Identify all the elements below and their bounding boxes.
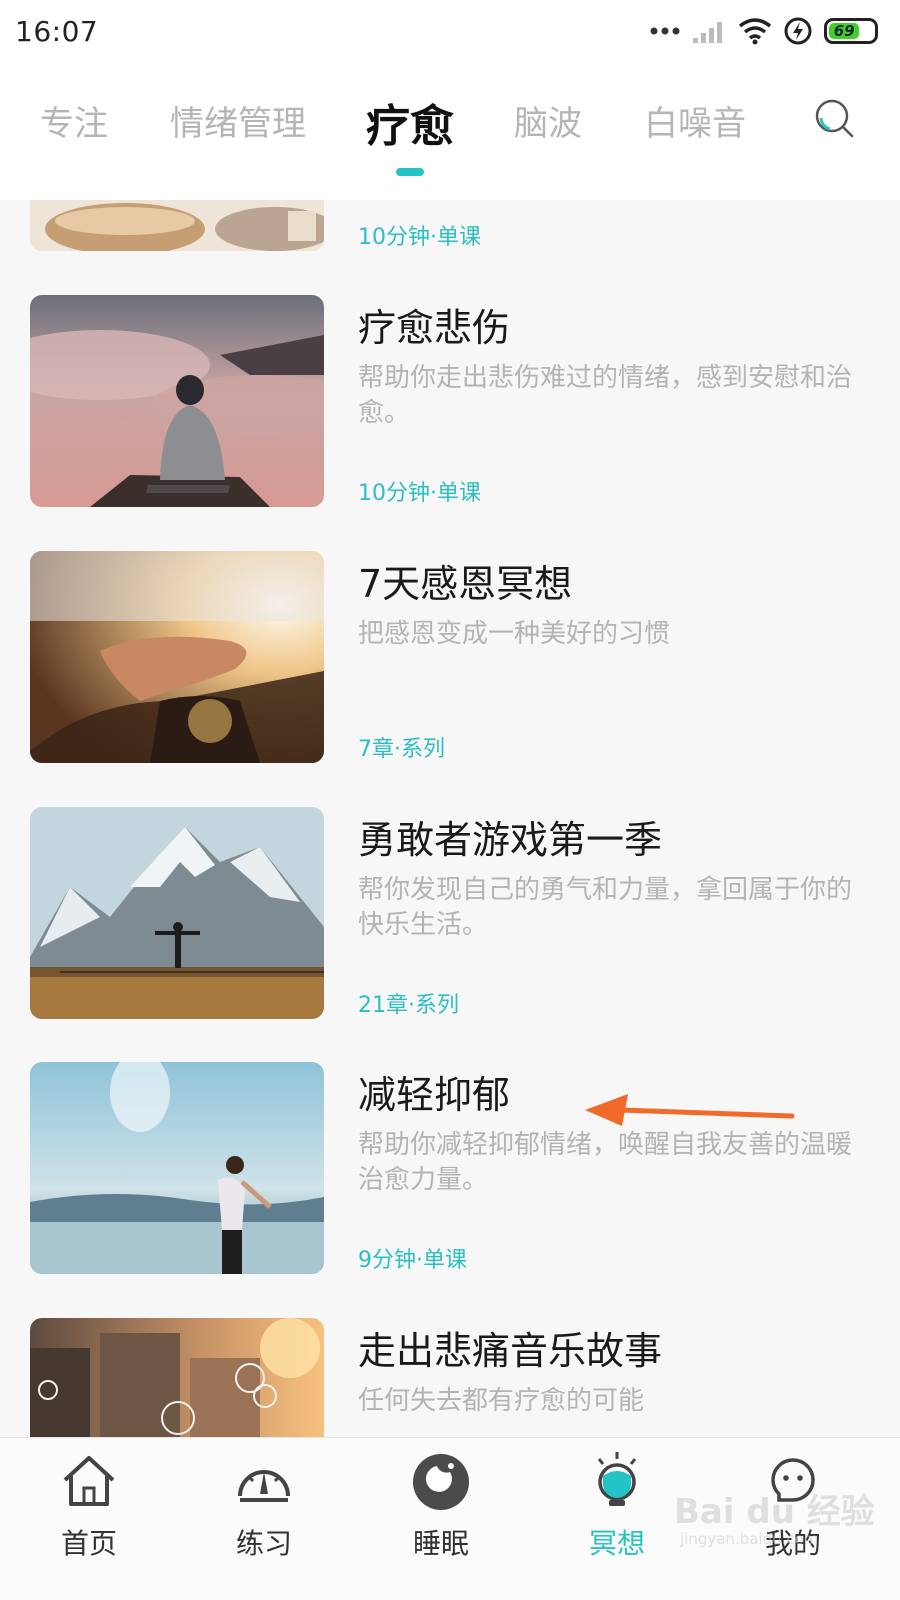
- course-description: 帮助你走出悲伤难过的情绪，感到安慰和治愈。: [358, 363, 853, 428]
- course-thumbnail: [30, 1062, 324, 1274]
- nav-label: 睡眠: [412, 1527, 469, 1560]
- nav-label: 首页: [60, 1527, 117, 1560]
- meditation-bulb-icon: [597, 1452, 637, 1506]
- course-description: 任何失去都有疗愈的可能: [358, 1386, 645, 1416]
- course-title: 疗愈悲伤: [358, 306, 511, 350]
- course-meta: 21章·系列: [358, 993, 459, 1018]
- course-thumbnail: [30, 295, 324, 507]
- course-meta: 10分钟·单课: [358, 481, 481, 506]
- search-icon: [815, 99, 854, 138]
- status-icons: 69: [650, 17, 878, 45]
- list-item[interactable]: 走出悲痛音乐故事 任何失去都有疗愈的可能: [0, 1318, 900, 1440]
- course-description: 帮助你减轻抑郁情绪，唤醒自我友善的温暖治愈力量。: [358, 1130, 853, 1195]
- course-title: 勇敢者游戏第一季: [358, 818, 663, 862]
- list-item[interactable]: 勇敢者游戏第一季 帮你发现自己的勇气和力量，拿回属于你的快乐生活。 21章·系列: [0, 807, 900, 1019]
- course-title: 7天感恩冥想: [358, 562, 573, 606]
- nav-home[interactable]: 首页: [29, 1438, 149, 1600]
- course-description: 把感恩变成一种美好的习惯: [358, 619, 671, 649]
- course-list: 10分钟·单课 疗愈悲伤 帮助你走出悲伤难过的情绪，感到安慰和治愈。 10分钟·…: [0, 200, 900, 1440]
- list-item[interactable]: 10分钟·单课: [0, 200, 900, 251]
- gauge-icon: [238, 1470, 290, 1502]
- list-item[interactable]: 疗愈悲伤 帮助你走出悲伤难过的情绪，感到安慰和治愈。 10分钟·单课: [0, 295, 900, 507]
- course-thumbnail: [30, 1318, 324, 1440]
- more-dots-icon: [650, 27, 680, 35]
- nav-meditation[interactable]: 冥想: [557, 1438, 677, 1600]
- watermark-logo: Bai du 经验: [674, 1492, 875, 1532]
- nav-practice[interactable]: 练习: [204, 1438, 324, 1600]
- signal-icon: [693, 22, 722, 43]
- battery-level: 69: [829, 22, 860, 40]
- course-thumbnail: [30, 200, 324, 251]
- list-item[interactable]: 7天感恩冥想 把感恩变成一种美好的习惯 7章·系列: [0, 551, 900, 763]
- nav-label: 练习: [235, 1527, 292, 1560]
- status-bar: 16:07 69: [0, 0, 900, 62]
- annotation-arrow-icon: [585, 1094, 795, 1126]
- status-time: 16:07: [15, 14, 99, 48]
- course-thumbnail: [30, 807, 324, 1019]
- course-meta: 7章·系列: [358, 737, 445, 762]
- search-button[interactable]: [812, 96, 856, 140]
- tab-white-noise[interactable]: 白噪音: [644, 96, 746, 145]
- course-title: 走出悲痛音乐故事: [358, 1329, 663, 1373]
- course-meta: 10分钟·单课: [358, 225, 481, 250]
- baidu-jingyan-watermark: Bai du 经验 jingyan.baidu.com: [674, 1484, 875, 1564]
- battery-indicator: 69: [824, 18, 878, 44]
- course-meta: 9分钟·单课: [358, 1248, 467, 1273]
- tab-healing[interactable]: 疗愈: [366, 90, 454, 154]
- moon-icon: [413, 1454, 469, 1510]
- nav-label: 冥想: [588, 1527, 645, 1560]
- wifi-icon: [738, 18, 772, 45]
- watermark-url: jingyan.baidu.com: [680, 1530, 819, 1548]
- category-tabs: 专注 情绪管理 疗愈 脑波 白噪音: [0, 62, 900, 200]
- course-title: 减轻抑郁: [358, 1073, 511, 1117]
- tab-brainwave[interactable]: 脑波: [514, 96, 582, 145]
- tab-emotion-management[interactable]: 情绪管理: [170, 96, 306, 145]
- course-thumbnail: [30, 551, 324, 763]
- tab-focus[interactable]: 专注: [40, 96, 108, 145]
- charging-icon: [784, 17, 812, 45]
- active-tab-indicator: [396, 168, 424, 176]
- home-icon: [63, 1456, 115, 1506]
- nav-sleep[interactable]: 睡眠: [381, 1438, 501, 1600]
- course-description: 帮你发现自己的勇气和力量，拿回属于你的快乐生活。: [358, 875, 853, 940]
